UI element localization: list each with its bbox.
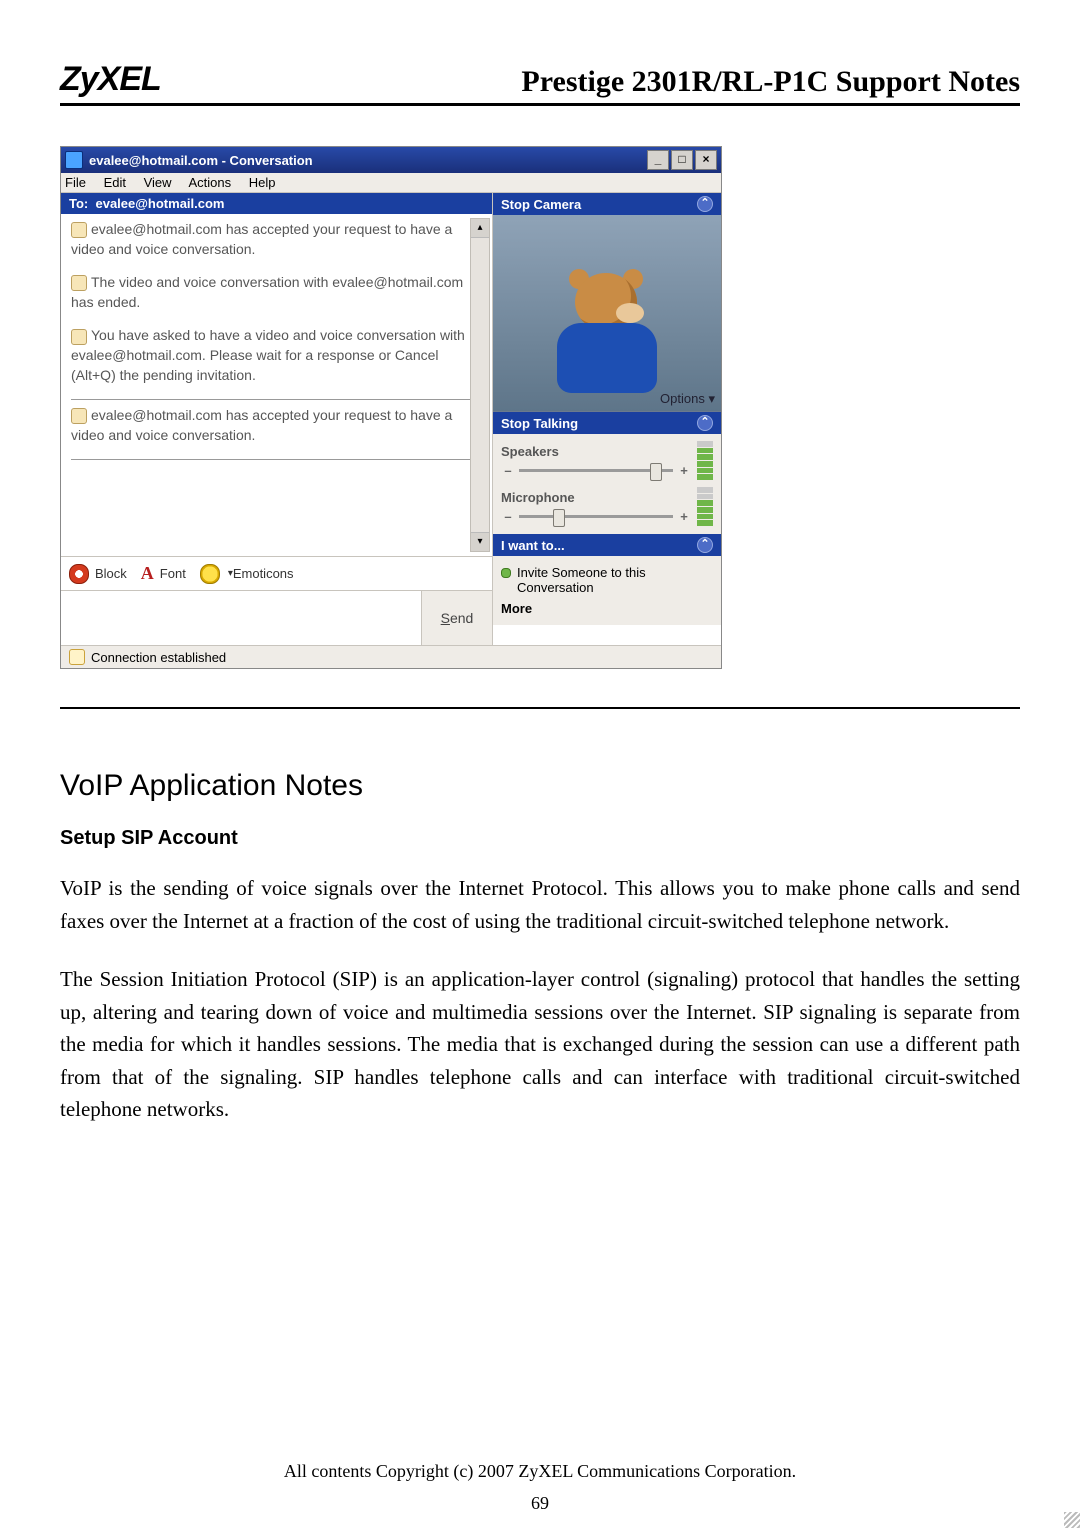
stop-talking-header[interactable]: Stop Talking ⌃ <box>493 412 721 434</box>
speakers-slider[interactable]: – + <box>501 463 691 478</box>
body-paragraph: VoIP is the sending of voice signals ove… <box>60 872 1020 937</box>
connection-icon <box>69 649 85 665</box>
video-preview: Options ▾ <box>493 215 721 412</box>
system-message: The video and voice conversation with ev… <box>71 273 470 312</box>
to-label: To: <box>69 196 88 211</box>
more-link[interactable]: More <box>501 598 713 619</box>
plus-icon[interactable]: + <box>677 509 691 524</box>
body-paragraph: The Session Initiation Protocol (SIP) is… <box>60 963 1020 1126</box>
collapse-icon[interactable]: ⌃ <box>697 537 713 553</box>
scroll-down-button[interactable]: ▾ <box>471 532 489 551</box>
section-heading: VoIP Application Notes <box>60 769 1020 803</box>
section-divider <box>60 707 1020 709</box>
block-button[interactable]: Block <box>95 566 127 581</box>
message-divider <box>71 399 470 400</box>
system-message: evalee@hotmail.com has accepted your req… <box>71 220 470 259</box>
block-icon[interactable] <box>69 564 89 584</box>
resize-grip[interactable] <box>1064 1512 1080 1528</box>
webcam-subject <box>551 273 661 393</box>
message-divider <box>71 459 470 460</box>
i-want-to-label: I want to... <box>501 538 565 553</box>
status-text: Connection established <box>91 650 226 665</box>
options-dropdown[interactable]: Options ▾ <box>660 391 715 407</box>
emoticon-icon[interactable] <box>200 564 220 584</box>
status-bar: Connection established <box>61 645 721 668</box>
subsection-heading: Setup SIP Account <box>60 827 1020 850</box>
stop-camera-label: Stop Camera <box>501 197 581 212</box>
system-message: You have asked to have a video and voice… <box>71 326 470 385</box>
font-button[interactable]: Font <box>160 566 186 581</box>
page-header: ZyXEL Prestige 2301R/RL-P1C Support Note… <box>60 60 1020 106</box>
speaker-level-meter <box>697 440 713 480</box>
collapse-icon[interactable]: ⌃ <box>697 196 713 212</box>
maximize-button[interactable]: □ <box>671 150 693 170</box>
system-message: evalee@hotmail.com has accepted your req… <box>71 406 470 445</box>
close-button[interactable]: × <box>695 150 717 170</box>
to-bar: To: evalee@hotmail.com <box>61 193 492 214</box>
microphone-label: Microphone <box>501 490 691 505</box>
speakers-label: Speakers <box>501 444 691 459</box>
stop-camera-header[interactable]: Stop Camera ⌃ <box>493 193 721 215</box>
scroll-up-button[interactable]: ▴ <box>471 219 489 238</box>
info-icon <box>71 275 87 291</box>
embedded-screenshot: evalee@hotmail.com - Conversation _ □ × … <box>60 146 722 669</box>
info-icon <box>71 222 87 238</box>
info-icon <box>71 329 87 345</box>
brand-logo: ZyXEL <box>60 60 161 99</box>
minus-icon[interactable]: – <box>501 463 515 478</box>
chat-toolbar: Block A Font ▾ Emoticons <box>61 556 492 590</box>
mic-level-meter <box>697 486 713 526</box>
stop-talking-label: Stop Talking <box>501 416 578 431</box>
info-icon <box>71 408 87 424</box>
menu-actions[interactable]: Actions <box>188 175 231 190</box>
window-titlebar[interactable]: evalee@hotmail.com - Conversation _ □ × <box>61 147 721 173</box>
minimize-button[interactable]: _ <box>647 150 669 170</box>
send-button[interactable]: Send <box>421 591 492 645</box>
app-icon <box>65 151 83 169</box>
invite-link[interactable]: Invite Someone to this Conversation <box>501 562 713 598</box>
i-want-to-header[interactable]: I want to... ⌃ <box>493 534 721 556</box>
message-input[interactable] <box>61 591 421 645</box>
microphone-slider[interactable]: – + <box>501 509 691 524</box>
emoticons-button[interactable]: Emoticons <box>233 566 294 581</box>
menu-edit[interactable]: Edit <box>104 175 126 190</box>
minus-icon[interactable]: – <box>501 509 515 524</box>
copyright-footer: All contents Copyright (c) 2007 ZyXEL Co… <box>0 1461 1080 1482</box>
to-value: evalee@hotmail.com <box>95 196 224 211</box>
menu-view[interactable]: View <box>144 175 172 190</box>
collapse-icon[interactable]: ⌃ <box>697 415 713 431</box>
menu-bar: File Edit View Actions Help <box>61 173 721 193</box>
menu-file[interactable]: File <box>65 175 86 190</box>
conversation-log: evalee@hotmail.com has accepted your req… <box>61 214 492 556</box>
window-title: evalee@hotmail.com - Conversation <box>89 153 645 168</box>
page-number: 69 <box>0 1493 1080 1514</box>
font-icon[interactable]: A <box>141 563 154 584</box>
menu-help[interactable]: Help <box>249 175 276 190</box>
plus-icon[interactable]: + <box>677 463 691 478</box>
document-title: Prestige 2301R/RL-P1C Support Notes <box>521 65 1020 99</box>
compose-area: Send <box>61 590 492 645</box>
actions-panel: Invite Someone to this Conversation More <box>493 556 721 625</box>
audio-panel: Speakers – + Micro <box>493 434 721 534</box>
scrollbar[interactable]: ▴ ▾ <box>470 218 490 552</box>
